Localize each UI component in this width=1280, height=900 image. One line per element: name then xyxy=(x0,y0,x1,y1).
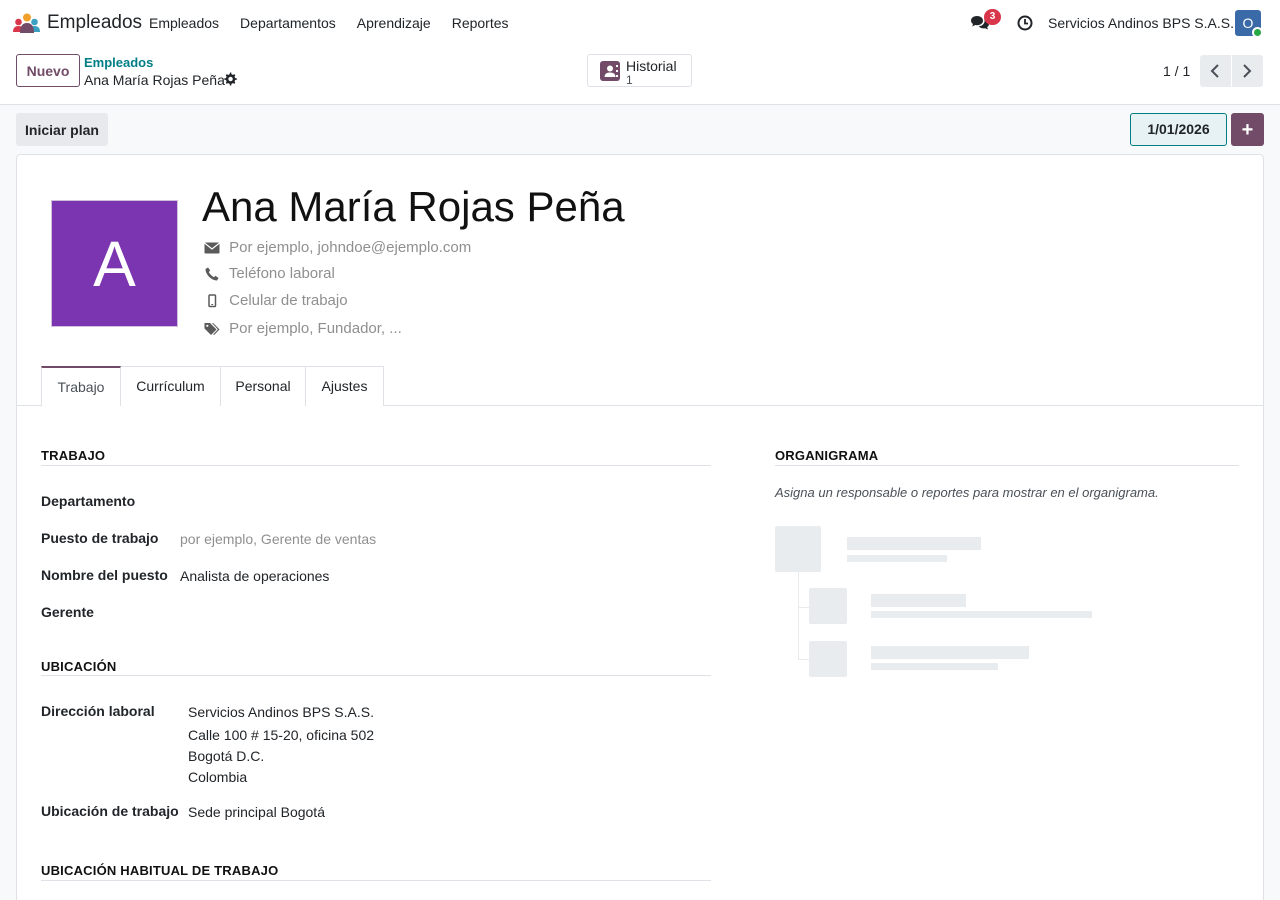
department-label: Departamento xyxy=(41,493,136,509)
new-button[interactable]: Nuevo xyxy=(16,54,80,87)
pager-next-button[interactable] xyxy=(1232,55,1263,87)
work-section-title: TRABAJO xyxy=(41,448,106,463)
form-sheet: A Ana María Rojas Peña Por ejemplo, john… xyxy=(16,154,1264,900)
envelope-icon xyxy=(204,242,220,254)
work-address-line-3: Bogotá D.C. xyxy=(188,748,265,764)
start-plan-button[interactable]: Iniciar plan xyxy=(16,113,108,146)
work-section-divider xyxy=(41,465,711,466)
mobile-icon xyxy=(208,294,217,308)
manager-input[interactable] xyxy=(180,604,700,622)
work-location-label: Ubicación de trabajo xyxy=(41,803,179,819)
phone-icon xyxy=(205,267,219,281)
mobile-placeholder: Celular de trabajo xyxy=(229,292,348,309)
messages-badge[interactable]: 3 xyxy=(984,9,1001,25)
tab-trabajo[interactable]: Trabajo xyxy=(41,366,121,406)
history-smart-button[interactable]: Historial 1 xyxy=(587,54,692,87)
employee-avatar[interactable]: A xyxy=(51,200,178,327)
work-phone-field[interactable]: Teléfono laboral xyxy=(203,265,335,282)
tags-placeholder: Por ejemplo, Fundador, ... xyxy=(229,320,402,337)
job-title-label: Nombre del puesto xyxy=(41,567,168,583)
mobile-phone-field[interactable]: Celular de trabajo xyxy=(203,292,348,309)
add-button[interactable]: + xyxy=(1231,113,1264,146)
activity-clock-icon[interactable] xyxy=(1017,15,1033,31)
pager-value[interactable]: 1 / 1 xyxy=(1163,63,1190,79)
work-address-label: Dirección laboral xyxy=(41,703,155,719)
job-position-input[interactable]: por ejemplo, Gerente de ventas xyxy=(180,531,376,547)
form-tabs: Trabajo Currículum Personal Ajustes xyxy=(17,366,1263,406)
history-count: 1 xyxy=(626,73,633,87)
menu-item-departamentos[interactable]: Departamentos xyxy=(240,15,336,31)
user-status-dot xyxy=(1252,27,1263,38)
email-placeholder: Por ejemplo, johndoe@ejemplo.com xyxy=(229,239,472,256)
tags-icon xyxy=(204,323,220,336)
org-chart-hint: Asigna un responsable o reportes para mo… xyxy=(775,485,1159,500)
department-input[interactable] xyxy=(180,493,700,511)
main-menu: Empleados Departamentos Aprendizaje Repo… xyxy=(149,15,530,31)
phone-placeholder: Teléfono laboral xyxy=(228,265,335,282)
chevron-right-icon xyxy=(1243,64,1252,78)
work-location-input[interactable]: Sede principal Bogotá xyxy=(188,804,325,820)
breadcrumb-parent-link[interactable]: Empleados xyxy=(84,55,153,70)
history-icon xyxy=(600,61,620,81)
tab-curriculum[interactable]: Currículum xyxy=(120,366,221,406)
habitual-section-divider xyxy=(41,880,711,881)
work-address-line-1[interactable]: Servicios Andinos BPS S.A.S. xyxy=(188,704,374,720)
pager-previous-button[interactable] xyxy=(1200,55,1231,87)
breadcrumb-current: Ana María Rojas Peña xyxy=(84,72,225,88)
tab-personal[interactable]: Personal xyxy=(220,366,306,406)
work-address-line-2: Calle 100 # 15-20, oficina 502 xyxy=(188,727,375,743)
org-chart-section-title: ORGANIGRAMA xyxy=(775,448,879,463)
history-label: Historial xyxy=(626,58,677,74)
habitual-location-section-title: UBICACIÓN HABITUAL DE TRABAJO xyxy=(41,863,279,878)
job-title-input[interactable]: Analista de operaciones xyxy=(180,568,329,584)
date-field[interactable]: 1/01/2026 xyxy=(1130,113,1227,146)
employee-name-field[interactable]: Ana María Rojas Peña xyxy=(202,183,625,231)
email-field[interactable]: Por ejemplo, johndoe@ejemplo.com xyxy=(203,239,471,256)
app-name[interactable]: Empleados xyxy=(47,12,142,34)
top-navbar: Empleados Empleados Departamentos Aprend… xyxy=(0,0,1280,46)
chevron-left-icon xyxy=(1210,64,1219,78)
control-panel: Nuevo Empleados Ana María Rojas Peña His… xyxy=(0,46,1280,105)
menu-item-empleados[interactable]: Empleados xyxy=(149,15,219,31)
gear-icon[interactable] xyxy=(223,72,237,86)
app-logo-icon[interactable] xyxy=(13,13,40,33)
manager-label: Gerente xyxy=(41,604,94,620)
menu-item-aprendizaje[interactable]: Aprendizaje xyxy=(357,15,431,31)
tab-ajustes[interactable]: Ajustes xyxy=(305,366,384,406)
job-position-label: Puesto de trabajo xyxy=(41,530,159,546)
menu-item-reportes[interactable]: Reportes xyxy=(452,15,509,31)
location-section-title: UBICACIÓN xyxy=(41,659,117,674)
org-section-divider xyxy=(775,465,1239,466)
company-switcher[interactable]: Servicios Andinos BPS S.A.S. xyxy=(1048,15,1234,31)
work-address-line-4: Colombia xyxy=(188,769,248,785)
location-section-divider xyxy=(41,675,711,676)
tags-field[interactable]: Por ejemplo, Fundador, ... xyxy=(203,320,402,337)
